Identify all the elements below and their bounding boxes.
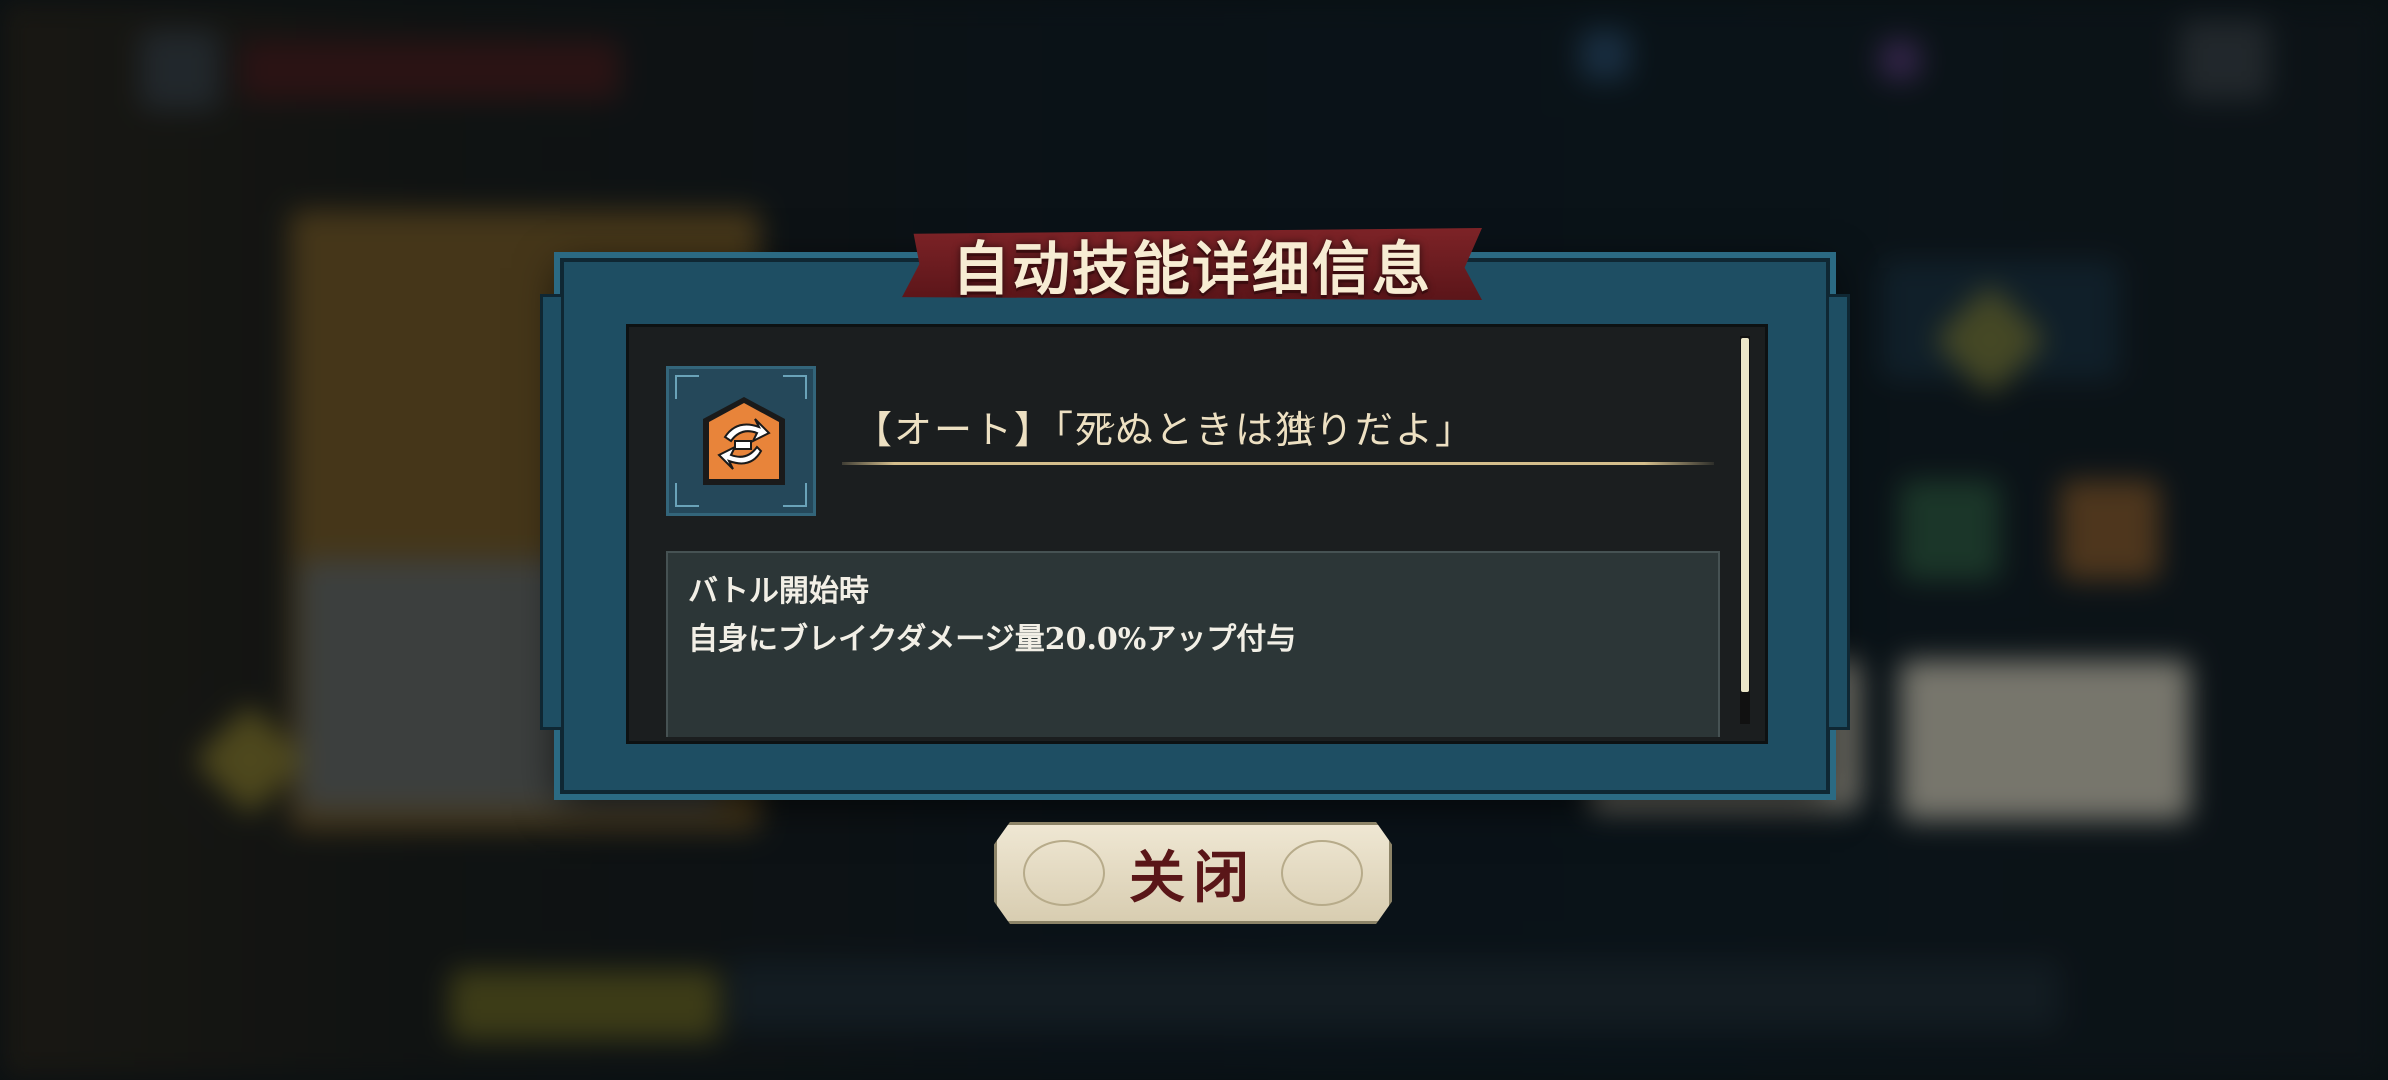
close-button[interactable]: 关闭 bbox=[994, 822, 1392, 924]
ruby-shi: し bbox=[1100, 412, 1117, 431]
auto-skill-icon bbox=[703, 397, 785, 485]
skill-name: し ひと 【オート】「死ぬときは独りだよ」 bbox=[854, 400, 1714, 460]
ruby-hito: ひと bbox=[1286, 412, 1318, 431]
dialog-title: 自动技能详细信息 bbox=[951, 235, 1432, 303]
description-line-1: バトル開始時 bbox=[688, 574, 869, 609]
button-ornament-right bbox=[1281, 840, 1363, 906]
skill-icon-frame bbox=[666, 366, 816, 516]
dialog-title-banner: 自动技能详细信息 bbox=[902, 228, 1482, 300]
scrollbar-thumb[interactable] bbox=[1741, 338, 1749, 692]
skill-name-text: 【オート】「死ぬときは独りだよ」 bbox=[854, 408, 1476, 452]
skill-name-underline bbox=[842, 462, 1714, 465]
description-line-2: 自身にブレイクダメージ量20.0%アップ付与 bbox=[688, 622, 1297, 657]
button-ornament-left bbox=[1023, 840, 1105, 906]
close-button-label: 关闭 bbox=[1129, 844, 1257, 911]
